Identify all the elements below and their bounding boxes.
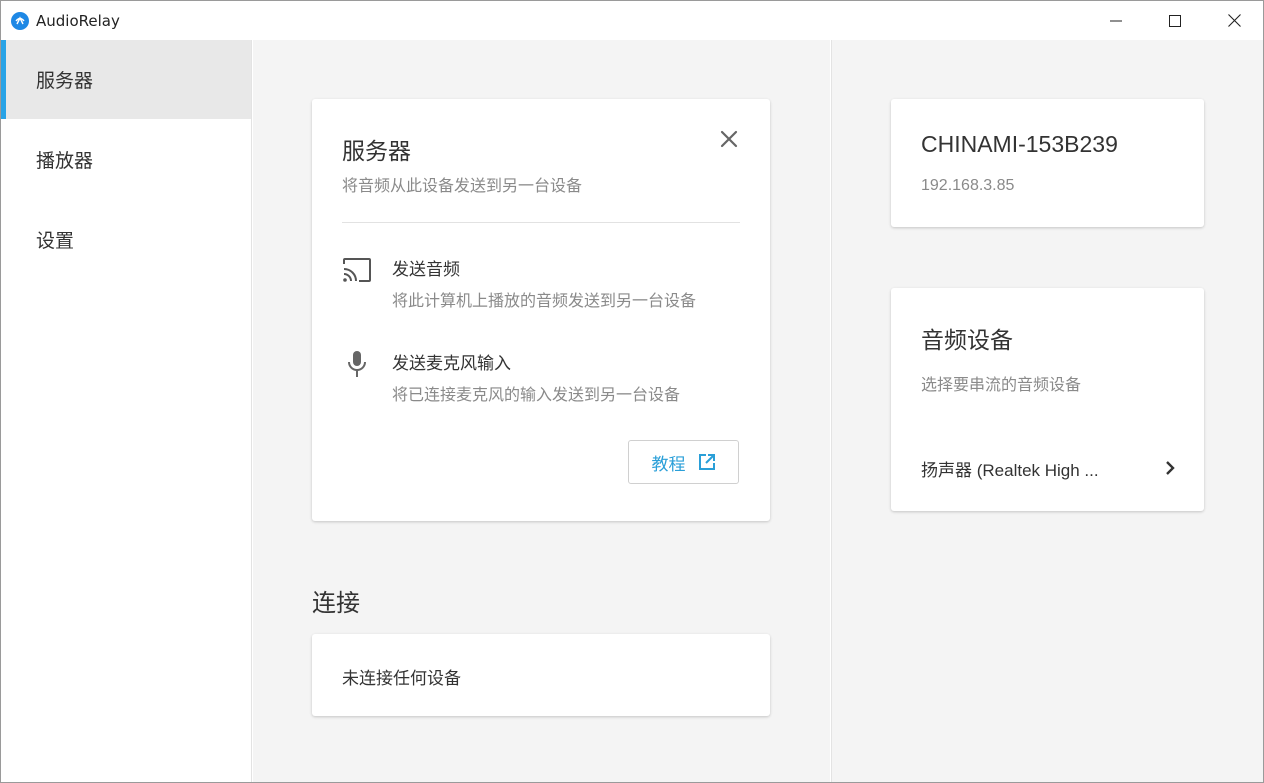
feature-title: 发送音频 — [392, 260, 460, 280]
minimize-button[interactable] — [1087, 1, 1145, 40]
selected-audio-device: 扬声器 (Realtek High ... — [921, 460, 1099, 480]
feature-description: 将已连接麦克风的输入发送到另一台设备 — [392, 385, 681, 404]
server-card-subtitle: 将音频从此设备发送到另一台设备 — [342, 176, 583, 195]
sidebar-item-player[interactable]: 播放器 — [1, 120, 251, 199]
close-icon — [1227, 14, 1241, 27]
host-info-card: CHINAMI-153B239 192.168.3.85 — [891, 99, 1204, 227]
sidebar-item-server[interactable]: 服务器 — [1, 40, 251, 119]
host-ip: 192.168.3.85 — [921, 177, 1015, 194]
tutorial-button-label: 教程 — [651, 454, 686, 475]
connections-card: 未连接任何设备 — [312, 634, 770, 716]
cast-icon — [342, 255, 372, 285]
main-panel: 服务器 将音频从此设备发送到另一台设备 发送音频 将此计算机上播放的音频发送到另… — [253, 40, 830, 782]
sidebar-item-label: 播放器 — [36, 150, 94, 172]
close-icon — [720, 130, 738, 148]
minimize-icon — [1110, 20, 1122, 21]
right-panel: CHINAMI-153B239 192.168.3.85 音频设备 选择要串流的… — [831, 40, 1263, 782]
server-card: 服务器 将音频从此设备发送到另一台设备 发送音频 将此计算机上播放的音频发送到另… — [312, 99, 770, 521]
sidebar-item-label: 服务器 — [36, 70, 94, 92]
audio-device-subtitle: 选择要串流的音频设备 — [921, 375, 1082, 394]
send-audio-option[interactable]: 发送音频 将此计算机上播放的音频发送到另一台设备 — [342, 255, 742, 315]
sidebar-item-label: 设置 — [36, 230, 75, 252]
title-bar: AudioRelay — [1, 1, 1263, 40]
external-link-icon — [698, 454, 715, 470]
sidebar-item-settings[interactable]: 设置 — [1, 200, 251, 279]
server-card-title: 服务器 — [342, 139, 411, 165]
maximize-button[interactable] — [1146, 1, 1204, 40]
send-microphone-option[interactable]: 发送麦克风输入 将已连接麦克风的输入发送到另一台设备 — [342, 349, 742, 409]
tutorial-button[interactable]: 教程 — [628, 440, 739, 484]
app-window: AudioRelay 服务器 播放器 设置 服务器 将音频从此设备发送到另一台设… — [0, 0, 1264, 783]
app-logo-icon — [11, 12, 29, 30]
chevron-right-icon — [1166, 461, 1175, 475]
host-name: CHINAMI-153B239 — [921, 131, 1118, 157]
microphone-icon — [342, 349, 372, 379]
feature-title: 发送麦克风输入 — [392, 354, 511, 374]
feature-description: 将此计算机上播放的音频发送到另一台设备 — [392, 291, 697, 310]
connections-empty-text: 未连接任何设备 — [342, 669, 461, 689]
audio-device-selector[interactable]: 扬声器 (Realtek High ... — [921, 456, 1176, 480]
sidebar: 服务器 播放器 设置 — [1, 40, 252, 782]
dismiss-card-button[interactable] — [717, 127, 741, 151]
connections-title: 连接 — [312, 589, 360, 617]
divider — [342, 222, 740, 223]
audio-device-title: 音频设备 — [921, 328, 1013, 354]
close-window-button[interactable] — [1205, 1, 1263, 40]
maximize-icon — [1169, 14, 1181, 27]
window-title: AudioRelay — [36, 12, 120, 30]
audio-device-card: 音频设备 选择要串流的音频设备 扬声器 (Realtek High ... — [891, 288, 1204, 511]
